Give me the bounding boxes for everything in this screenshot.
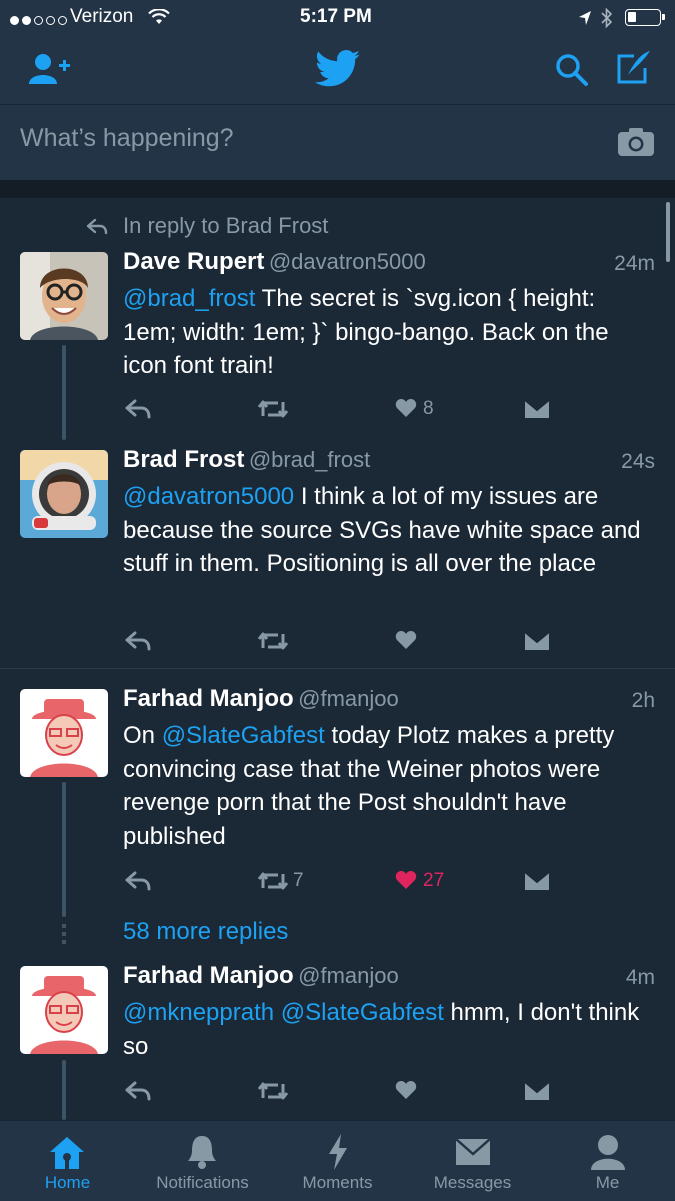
timestamp: 24s — [621, 450, 655, 473]
thread-line — [62, 345, 66, 440]
direct-message-icon[interactable] — [524, 398, 550, 420]
avatar[interactable] — [20, 966, 108, 1054]
person-icon — [591, 1135, 625, 1170]
tweet-header: Brad Frost @brad_frost — [123, 446, 370, 474]
username[interactable]: @fmanjoo — [298, 686, 399, 711]
reply-icon[interactable] — [124, 1080, 152, 1102]
avatar[interactable] — [20, 252, 108, 340]
scrollbar[interactable] — [666, 202, 670, 262]
clock: 5:17 PM — [300, 6, 372, 27]
tweet-body-prefix: On — [123, 722, 162, 749]
tweet-header: Farhad Manjoo @fmanjoo — [123, 685, 399, 713]
retweet-icon[interactable] — [256, 870, 290, 892]
tweet-header: Farhad Manjoo @fmanjoo — [123, 962, 399, 990]
farhad-manjoo-avatar — [20, 689, 108, 777]
add-user-icon[interactable] — [28, 52, 72, 86]
tweet-text: @mknepprath @SlateGabfest hmm, I don't t… — [123, 996, 643, 1063]
section-gap — [0, 180, 675, 198]
tab-notifications[interactable]: Notifications — [135, 1121, 270, 1201]
farhad-manjoo-avatar — [20, 966, 108, 1054]
like-icon[interactable] — [395, 398, 417, 418]
tab-label: Me — [595, 1173, 620, 1192]
direct-message-icon[interactable] — [524, 630, 550, 652]
twitter-bird-icon — [315, 50, 361, 87]
status-bar: Verizon 5:17 PM — [0, 0, 675, 36]
thread-line — [62, 782, 66, 917]
tab-label: Moments — [302, 1173, 373, 1192]
tab-label: Home — [44, 1173, 91, 1192]
location-icon — [579, 11, 591, 25]
tab-bar: Home Notifications Moments Messages Me — [0, 1120, 675, 1201]
timestamp: 2h — [631, 689, 655, 712]
battery-icon — [625, 9, 665, 26]
avatar[interactable] — [20, 689, 108, 777]
tab-home[interactable]: Home — [0, 1121, 135, 1201]
compose-tweet-icon[interactable] — [614, 48, 654, 88]
mention-link[interactable]: @SlateGabfest — [162, 722, 325, 749]
divider — [0, 668, 675, 669]
like-icon[interactable] — [395, 630, 417, 650]
bluetooth-icon — [601, 7, 613, 29]
retweet-icon[interactable] — [256, 398, 290, 420]
timestamp: 4m — [625, 966, 655, 989]
signal-strength-icon — [10, 12, 70, 30]
tweet-header: Dave Rupert @davatron5000 — [123, 248, 426, 276]
like-count: 8 — [423, 398, 434, 419]
thread-line — [62, 1060, 66, 1120]
envelope-icon — [455, 1138, 491, 1165]
direct-message-icon[interactable] — [524, 870, 550, 892]
search-icon[interactable] — [554, 52, 590, 88]
retweet-icon[interactable] — [256, 630, 290, 652]
home-icon — [50, 1137, 84, 1169]
tab-messages[interactable]: Messages — [405, 1121, 540, 1201]
direct-message-icon[interactable] — [524, 1080, 550, 1102]
like-count: 27 — [423, 870, 445, 891]
in-reply-to-label[interactable]: In reply to Brad Frost — [123, 213, 328, 239]
tab-label: Messages — [433, 1173, 512, 1192]
tab-label: Notifications — [156, 1173, 249, 1192]
thread-dots — [62, 924, 66, 944]
tweet-text: @brad_frost The secret is `svg.icon { he… — [123, 282, 643, 383]
like-icon[interactable] — [395, 1080, 417, 1100]
tab-moments[interactable]: Moments — [270, 1121, 405, 1201]
mention-link[interactable]: @mknepprath @SlateGabfest — [123, 999, 444, 1026]
reply-arrow-icon — [86, 218, 108, 235]
carrier-label: Verizon — [70, 6, 134, 27]
display-name[interactable]: Dave Rupert — [123, 248, 264, 275]
avatar[interactable] — [20, 450, 108, 538]
tweet-text: @davatron5000 I think a lot of my issues… — [123, 480, 643, 581]
reply-icon[interactable] — [124, 870, 152, 892]
wifi-icon — [148, 9, 170, 24]
username[interactable]: @fmanjoo — [298, 963, 399, 988]
display-name[interactable]: Brad Frost — [123, 446, 244, 473]
liked-heart-icon[interactable] — [395, 870, 417, 890]
display-name[interactable]: Farhad Manjoo — [123, 685, 294, 712]
username[interactable]: @brad_frost — [249, 447, 370, 472]
camera-icon[interactable] — [617, 127, 655, 157]
tab-me[interactable]: Me — [540, 1121, 675, 1201]
more-replies-link[interactable]: 58 more replies — [123, 918, 288, 946]
timestamp: 24m — [614, 252, 655, 275]
reply-icon[interactable] — [124, 630, 152, 652]
retweet-count: 7 — [293, 870, 304, 891]
bell-icon — [188, 1136, 216, 1169]
display-name[interactable]: Farhad Manjoo — [123, 962, 294, 989]
dave-rupert-avatar — [20, 252, 108, 340]
mention-link[interactable]: @davatron5000 — [123, 483, 294, 510]
compose-placeholder[interactable]: What’s happening? — [20, 124, 234, 153]
tweet-text: On @SlateGabfest today Plotz makes a pre… — [123, 719, 643, 853]
mention-link[interactable]: @brad_frost — [123, 285, 255, 312]
brad-frost-avatar — [20, 450, 108, 538]
reply-icon[interactable] — [124, 398, 152, 420]
lightning-icon — [329, 1134, 347, 1170]
nav-bar — [0, 36, 675, 104]
username[interactable]: @davatron5000 — [269, 249, 426, 274]
retweet-icon[interactable] — [256, 1080, 290, 1102]
